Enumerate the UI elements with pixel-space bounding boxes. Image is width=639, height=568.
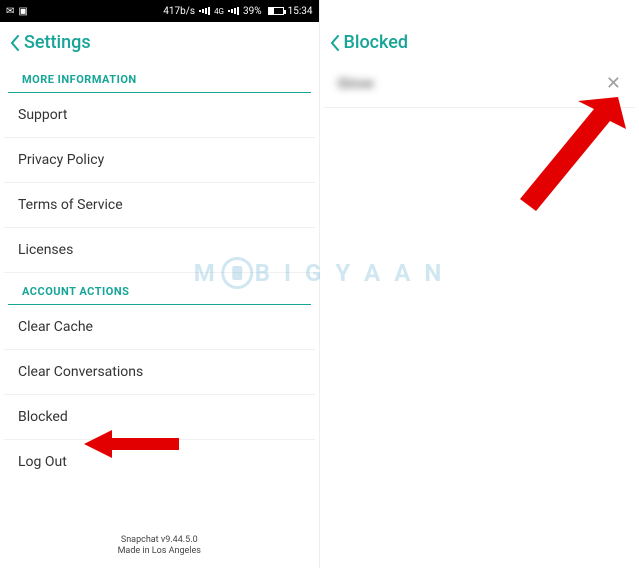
row-privacy-policy[interactable]: Privacy Policy <box>4 138 315 183</box>
mail-icon: ✉ <box>6 6 14 17</box>
battery-icon <box>266 7 284 15</box>
row-label: Privacy Policy <box>18 152 104 168</box>
footer: Snapchat v9.44.5.0 Made in Los Angeles <box>0 527 319 568</box>
battery-percent: 39% <box>243 6 262 17</box>
image-icon: ▣ <box>18 6 27 17</box>
blocked-header[interactable]: Blocked <box>320 22 639 61</box>
row-licenses[interactable]: Licenses <box>4 228 315 273</box>
blocked-user-row: Girow ✕ <box>324 61 636 108</box>
row-terms-of-service[interactable]: Terms of Service <box>4 183 315 228</box>
unblock-icon[interactable]: ✕ <box>606 75 621 93</box>
back-icon[interactable] <box>330 35 340 51</box>
row-label: Clear Conversations <box>18 364 143 380</box>
row-label: Blocked <box>18 409 68 425</box>
row-clear-conversations[interactable]: Clear Conversations <box>4 350 315 395</box>
row-clear-cache[interactable]: Clear Cache <box>4 305 315 350</box>
section-more-information: MORE INFORMATION <box>8 61 311 93</box>
row-label: Clear Cache <box>18 319 93 335</box>
row-blocked[interactable]: Blocked <box>4 395 315 440</box>
back-icon[interactable] <box>10 35 20 51</box>
row-support[interactable]: Support <box>4 93 315 138</box>
clock: 15:34 <box>288 6 313 17</box>
blocked-user-name: Girow <box>338 76 374 92</box>
net-type: 4G <box>214 7 224 16</box>
sim2-icon <box>228 7 239 15</box>
row-label: Log Out <box>18 454 67 470</box>
row-label: Licenses <box>18 242 73 258</box>
row-label: Terms of Service <box>18 197 123 213</box>
row-log-out[interactable]: Log Out <box>4 440 315 484</box>
version-label: Snapchat v9.44.5.0 <box>0 535 319 547</box>
section-account-actions: ACCOUNT ACTIONS <box>8 273 311 305</box>
location-label: Made in Los Angeles <box>0 546 319 558</box>
sim1-icon <box>199 7 210 15</box>
row-label: Support <box>18 107 67 123</box>
settings-header[interactable]: Settings <box>0 22 319 61</box>
blocked-title: Blocked <box>344 32 409 53</box>
status-bar: ✉ ▣ 417b/s 4G 39% 15:34 <box>0 0 319 22</box>
net-speed: 417b/s <box>163 6 195 17</box>
settings-title: Settings <box>24 32 91 53</box>
